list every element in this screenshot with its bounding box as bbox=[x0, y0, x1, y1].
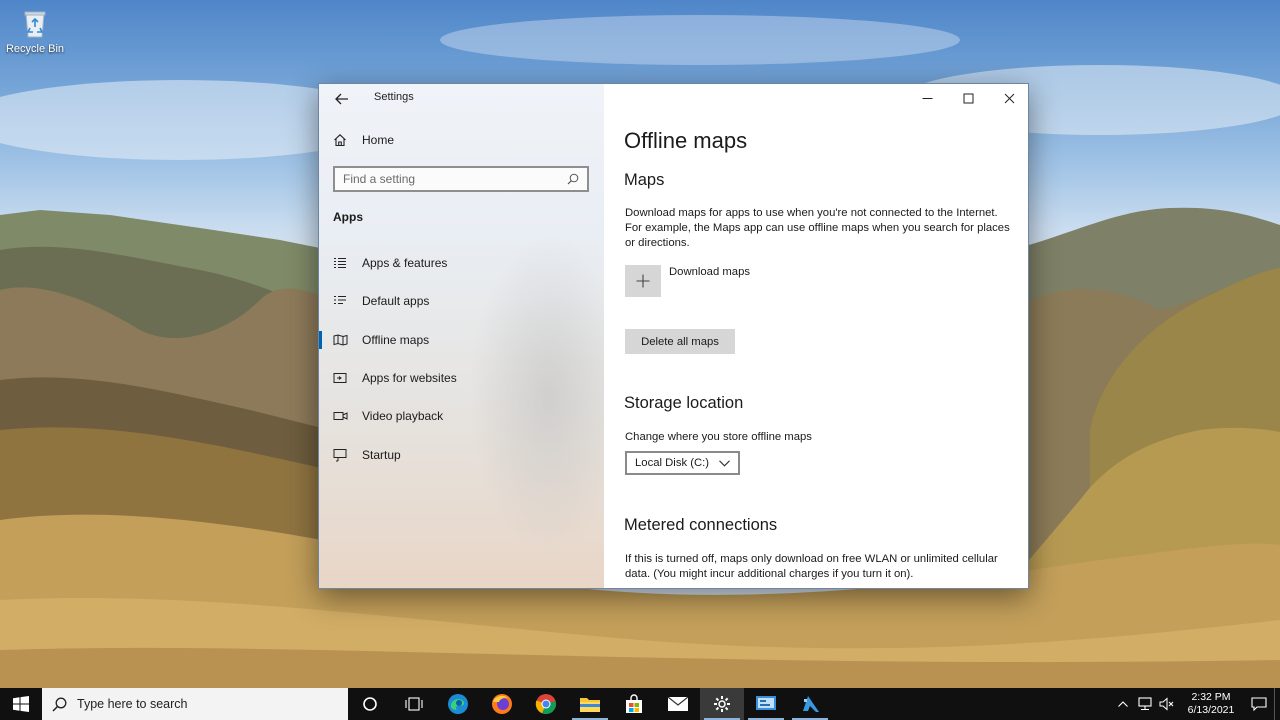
show-hidden-icons-button[interactable] bbox=[1112, 688, 1134, 720]
storage-location-value: Local Disk (C:) bbox=[635, 457, 710, 469]
sidebar-item-label: Video playback bbox=[362, 409, 444, 424]
control-panel-button[interactable] bbox=[744, 688, 788, 720]
sidebar-nav: Apps & features Default apps Offline map… bbox=[319, 244, 604, 474]
apps-features-icon bbox=[333, 257, 349, 269]
network-icon bbox=[1138, 697, 1152, 711]
maximize-button[interactable] bbox=[948, 84, 989, 112]
task-view-icon bbox=[405, 697, 423, 711]
system-tray: 2:32 PM 6/13/2021 bbox=[1112, 688, 1280, 720]
chrome-button[interactable] bbox=[524, 688, 568, 720]
video-icon bbox=[333, 410, 349, 422]
search-icon bbox=[52, 697, 67, 712]
plus-icon bbox=[625, 265, 661, 297]
window-controls bbox=[907, 84, 1028, 112]
azure-icon bbox=[803, 696, 819, 712]
mail-icon bbox=[667, 696, 689, 711]
sidebar-item-label: Offline maps bbox=[362, 332, 430, 347]
home-label: Home bbox=[362, 133, 395, 147]
maps-heading: Maps bbox=[624, 171, 665, 189]
file-explorer-button[interactable] bbox=[568, 688, 612, 720]
metered-connections-heading: Metered connections bbox=[624, 516, 778, 534]
back-arrow-icon bbox=[335, 93, 348, 105]
settings-button[interactable] bbox=[700, 688, 744, 720]
delete-all-maps-button[interactable]: Delete all maps bbox=[625, 329, 735, 354]
cortana-icon bbox=[363, 697, 377, 711]
storage-description: Change where you store offline maps bbox=[625, 431, 812, 443]
storage-location-dropdown[interactable]: Local Disk (C:) bbox=[625, 451, 740, 475]
search-icon[interactable] bbox=[567, 173, 579, 185]
settings-content: Offline maps Maps Download maps for apps… bbox=[604, 84, 1028, 588]
settings-search-input[interactable] bbox=[343, 172, 567, 186]
clock-time: 2:32 PM bbox=[1191, 691, 1231, 703]
volume-muted-icon bbox=[1159, 697, 1174, 711]
notification-icon bbox=[1251, 697, 1267, 711]
task-view-button[interactable] bbox=[392, 688, 436, 720]
cortana-button[interactable] bbox=[348, 688, 392, 720]
back-button[interactable] bbox=[327, 87, 357, 111]
control-panel-icon bbox=[756, 696, 776, 710]
sidebar-item-video-playback[interactable]: Video playback bbox=[319, 397, 604, 435]
metered-description: If this is turned off, maps only downloa… bbox=[625, 553, 998, 580]
action-center-button[interactable] bbox=[1244, 688, 1274, 720]
taskbar-search-box[interactable]: Type here to search bbox=[42, 688, 348, 720]
sidebar-item-label: Startup bbox=[362, 447, 401, 462]
storage-location-heading: Storage location bbox=[624, 394, 744, 412]
azure-button[interactable] bbox=[788, 688, 832, 720]
firefox-icon bbox=[492, 694, 512, 714]
clock-date: 6/13/2021 bbox=[1187, 704, 1235, 716]
window-title: Settings bbox=[374, 91, 414, 103]
maximize-icon bbox=[963, 93, 974, 103]
close-button[interactable] bbox=[989, 84, 1028, 112]
settings-search-box[interactable] bbox=[333, 166, 589, 192]
volume-button[interactable] bbox=[1156, 688, 1178, 720]
desktop: Recycle Bin Settings Home Find a setting… bbox=[0, 0, 1280, 688]
default-apps-icon bbox=[333, 295, 349, 307]
sidebar-item-apps-for-websites[interactable]: Apps for websites bbox=[319, 359, 604, 397]
maps-description: Download maps for apps to use when you'r… bbox=[625, 207, 1010, 249]
folder-icon bbox=[580, 698, 600, 712]
title-bar[interactable]: Settings bbox=[319, 84, 604, 112]
minimize-icon bbox=[922, 97, 933, 99]
firefox-button[interactable] bbox=[480, 688, 524, 720]
chevron-down-icon bbox=[719, 459, 730, 467]
chrome-icon bbox=[535, 694, 556, 715]
start-button[interactable] bbox=[0, 688, 42, 720]
download-maps-label: Download maps bbox=[669, 266, 751, 278]
mail-button[interactable] bbox=[656, 688, 700, 720]
sidebar-item-offline-maps[interactable]: Offline maps bbox=[319, 321, 604, 359]
store-icon bbox=[626, 694, 642, 713]
home-icon bbox=[333, 133, 349, 147]
page-title: Offline maps bbox=[624, 128, 748, 153]
minimize-button[interactable] bbox=[907, 84, 948, 112]
settings-sidebar: Settings Home Apps bbox=[319, 84, 629, 588]
sidebar-item-label: Apps for websites bbox=[362, 371, 457, 386]
taskbar: Type here to search 2:32 PM 6/13/2021 bbox=[0, 688, 1280, 720]
edge-icon bbox=[448, 694, 468, 714]
desktop-icon-recycle-bin[interactable]: Recycle Bin bbox=[4, 6, 66, 55]
sidebar-item-startup[interactable]: Startup bbox=[319, 435, 604, 473]
taskbar-search-placeholder: Type here to search bbox=[77, 697, 188, 711]
section-label-apps: Apps bbox=[333, 210, 363, 224]
show-desktop-button[interactable] bbox=[1274, 688, 1280, 720]
map-icon bbox=[333, 334, 349, 346]
recycle-bin-label: Recycle Bin bbox=[5, 43, 65, 55]
home-link[interactable]: Home bbox=[333, 133, 394, 147]
network-button[interactable] bbox=[1134, 688, 1156, 720]
gear-icon bbox=[714, 696, 730, 712]
sidebar-item-label: Apps & features bbox=[362, 256, 448, 271]
startup-icon bbox=[333, 448, 349, 462]
sidebar-item-apps-features[interactable]: Apps & features bbox=[319, 244, 604, 282]
chevron-up-icon bbox=[1118, 701, 1128, 707]
store-button[interactable] bbox=[612, 688, 656, 720]
taskbar-clock[interactable]: 2:32 PM 6/13/2021 bbox=[1178, 691, 1244, 717]
edge-button[interactable] bbox=[436, 688, 480, 720]
settings-window: Settings Home Apps bbox=[318, 83, 1029, 589]
sidebar-item-label: Default apps bbox=[362, 294, 430, 309]
download-maps-button[interactable]: Download maps bbox=[625, 265, 750, 297]
sidebar-item-default-apps[interactable]: Default apps bbox=[319, 282, 604, 320]
recycle-bin-icon bbox=[18, 6, 52, 40]
windows-logo-icon bbox=[13, 696, 29, 712]
close-icon bbox=[1004, 93, 1015, 103]
apps-websites-icon bbox=[333, 372, 349, 384]
